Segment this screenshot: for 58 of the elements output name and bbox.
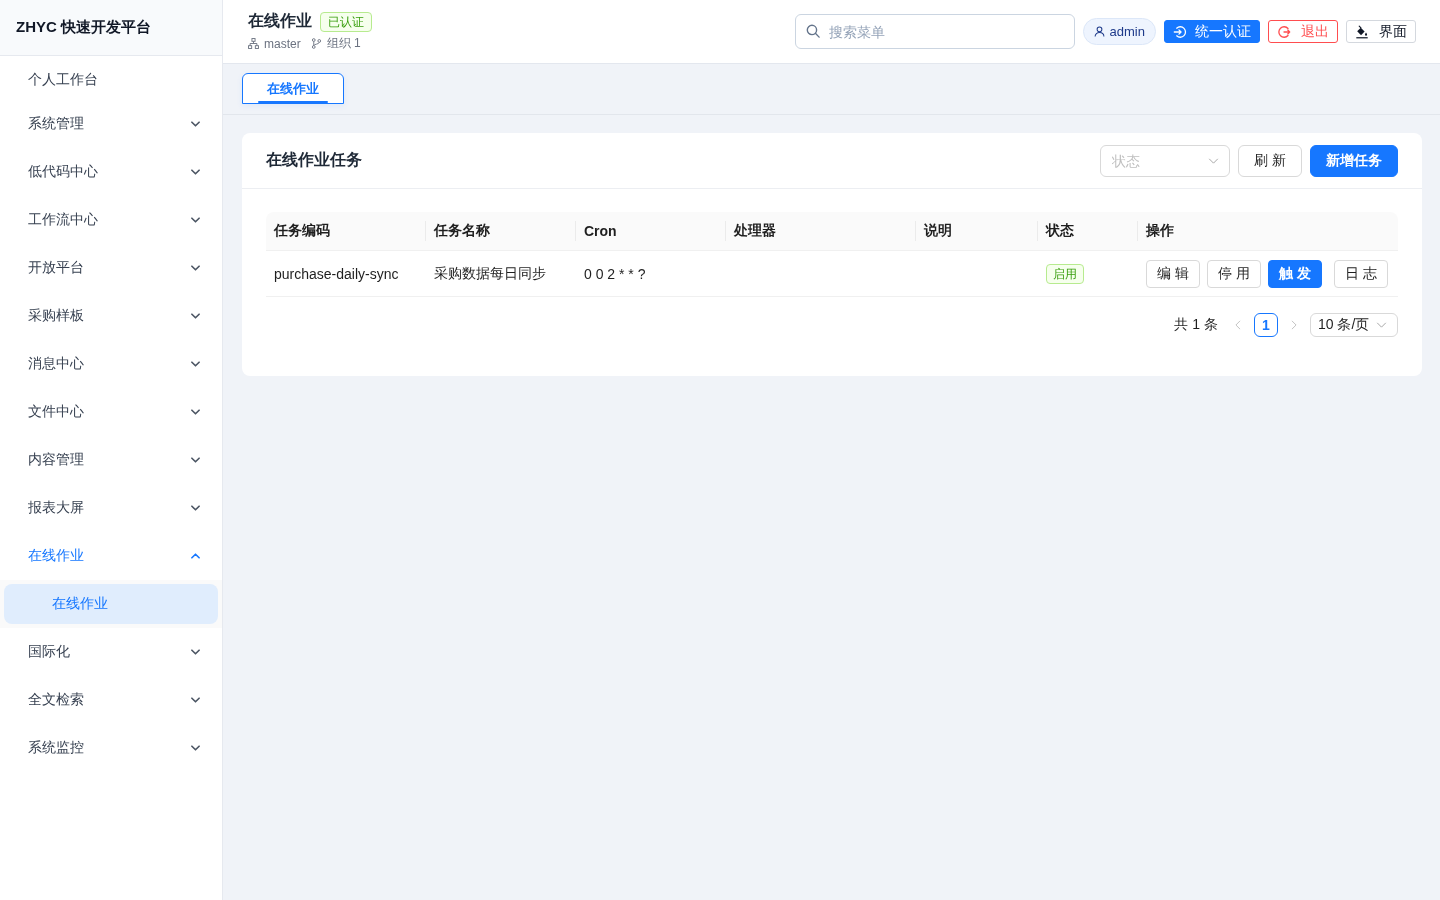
add-task-button[interactable]: 新增任务 [1310,144,1398,177]
submenu-item[interactable]: 在线作业 [4,584,218,624]
column-header: 任务名称 [434,222,490,240]
menu-item[interactable]: 开放平台 [0,244,222,292]
chevron-right-icon [1291,320,1297,330]
menu-item[interactable]: 消息中心 [0,340,222,388]
app-logo: ZHYC 快速开发平台 [0,0,222,56]
verified-badge: 已认证 [320,11,372,32]
column-header: 任务编码 [274,222,330,240]
menu-item[interactable]: 文件中心 [0,388,222,436]
total-count: 共 1 条 [1174,316,1218,334]
sso-button[interactable]: 统一认证 [1164,20,1260,43]
paint-bucket-icon [1355,24,1369,39]
user-icon [1093,26,1105,37]
trigger-button[interactable]: 触 发 [1267,259,1322,288]
sign-out-icon [1277,24,1291,39]
menu-item[interactable]: 采购样板 [0,292,222,340]
tab[interactable]: 在线作业 [242,73,344,104]
menu-item[interactable]: 在线作业 [0,532,222,580]
chevron-left-icon [1235,320,1241,330]
menu-item[interactable]: 个人工作台 [0,60,222,100]
table-cell: purchase-daily-sync [274,265,399,282]
sitemap-icon [248,38,259,49]
card-title: 在线作业任务 [266,150,362,170]
branch-icon [310,38,322,49]
page-button[interactable]: 1 [1254,313,1278,337]
table-cell: 0 0 2 * * ? [584,265,646,282]
menu-item[interactable]: 内容管理 [0,436,222,484]
user-chip[interactable]: admin [1082,18,1156,45]
column-header: Cron [584,223,617,239]
menu-item[interactable]: 工作流中心 [0,196,222,244]
edit-button[interactable]: 编 辑 [1146,259,1200,288]
chevron-down-icon [1376,322,1387,328]
menu-item[interactable]: 全文检索 [0,676,222,724]
menu-item[interactable]: 报表大屏 [0,484,222,532]
column-header: 操作 [1146,222,1174,240]
column-header: 处理器 [734,222,776,240]
sign-in-icon [1173,24,1187,39]
page-title: 在线作业 [248,11,312,31]
chevron-down-icon [1208,157,1220,164]
status-tag: 启用 [1046,263,1084,284]
page-size-select[interactable]: 10 条/页 [1310,313,1398,337]
search-icon [805,24,820,38]
meta-text: master [264,36,301,51]
menu-item[interactable]: 系统管理 [0,100,222,148]
column-header: 状态 [1046,222,1074,240]
theme-button[interactable]: 界面 [1346,20,1416,43]
column-header: 说明 [924,222,952,240]
menu-item[interactable]: 国际化 [0,628,222,676]
disable-button[interactable]: 停 用 [1206,259,1261,288]
refresh-button[interactable]: 刷 新 [1238,144,1302,177]
menu-item[interactable]: 低代码中心 [0,148,222,196]
menu-item[interactable]: 系统监控 [0,724,222,772]
log-button[interactable]: 日 志 [1333,259,1388,288]
status-select[interactable]: 状态 [1100,144,1231,177]
search-field[interactable]: 搜索菜单 [794,14,1075,49]
meta-text: 组织 1 [326,35,361,52]
table-cell: 采购数据每日同步 [434,264,546,283]
